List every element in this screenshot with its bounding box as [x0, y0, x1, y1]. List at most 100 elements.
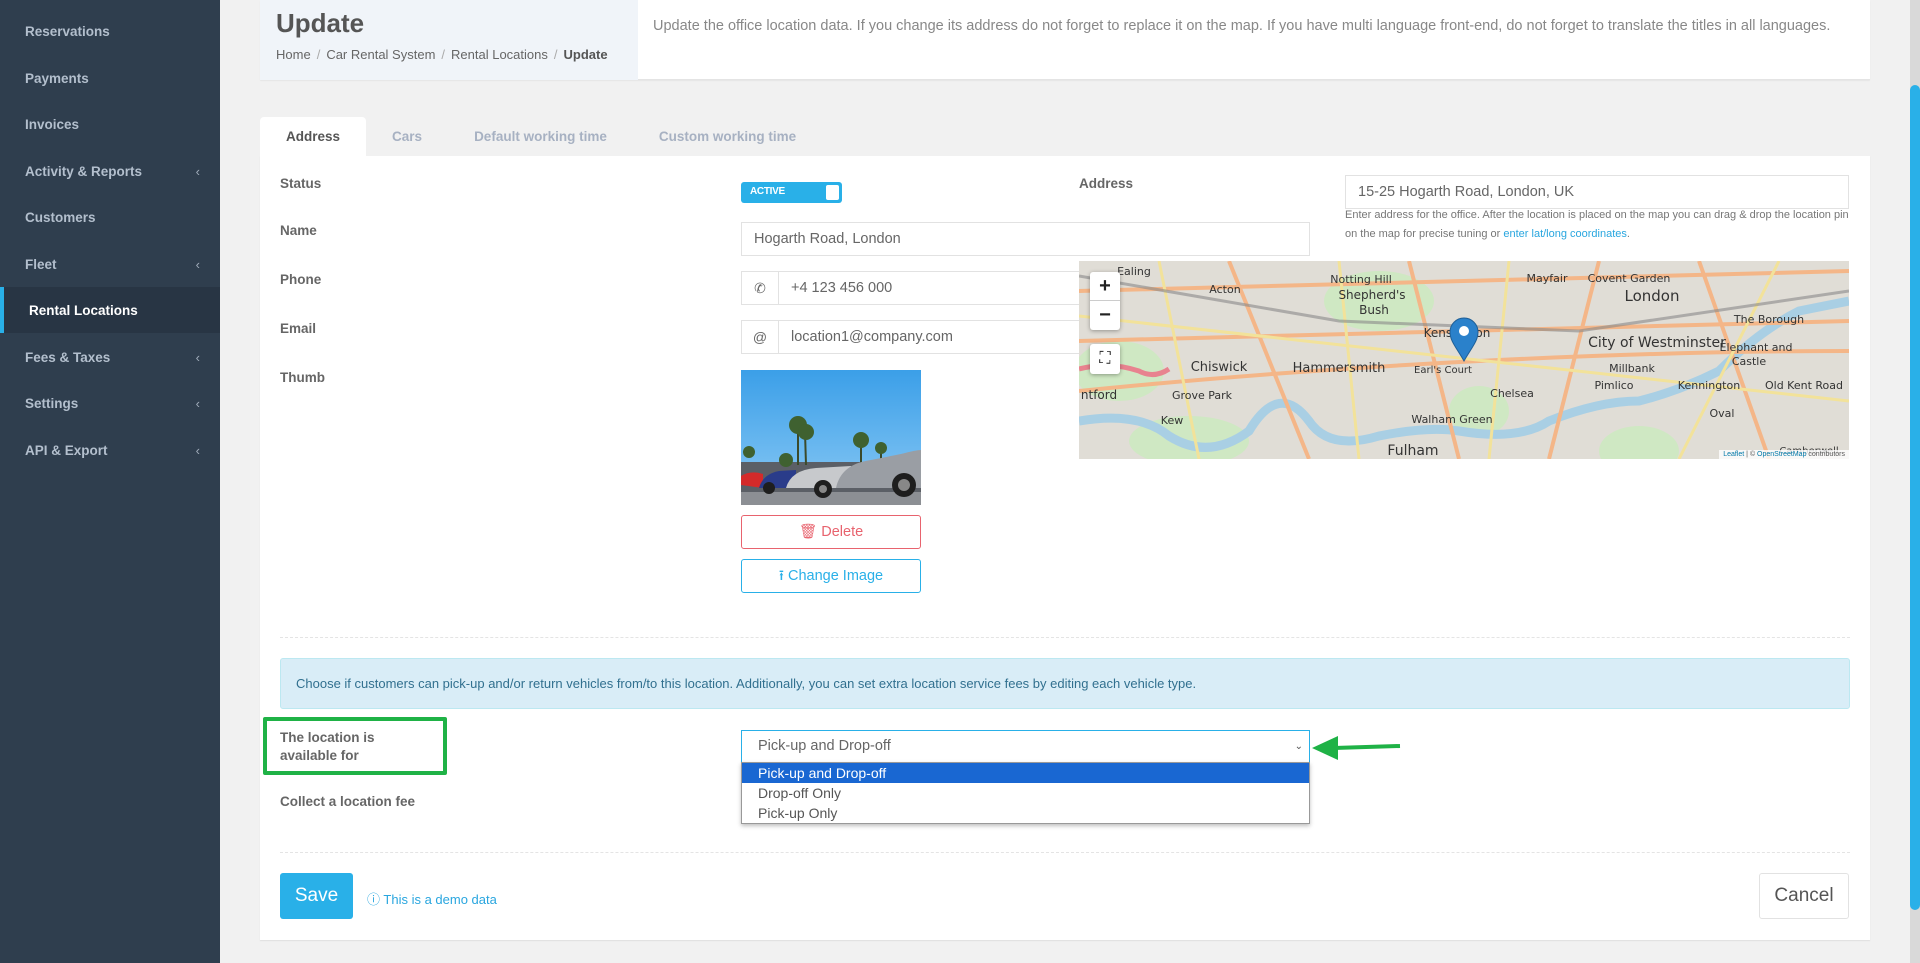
page-title: Update [276, 8, 365, 38]
section-divider [280, 852, 1850, 853]
save-button[interactable]: Save [280, 873, 353, 919]
location-map[interactable]: Ealing Acton Notting Hill Shepherd's Bus… [1079, 261, 1849, 459]
toggle-knob [826, 185, 839, 200]
availability-selected-value: Pick-up and Drop-off [758, 738, 891, 754]
phone-label: Phone [280, 272, 322, 287]
address-help: Enter address for the office. After the … [1345, 206, 1855, 244]
name-label: Name [280, 223, 317, 238]
breadcrumb-separator: / [441, 47, 446, 62]
map-attribution: Leaflet | © OpenStreetMap contributors [1719, 450, 1849, 459]
tab-address[interactable]: Address [260, 117, 367, 156]
tab-custom-working-time[interactable]: Custom working time [633, 117, 822, 156]
demo-note-text: This is a demo data [383, 892, 497, 907]
map-label: Castle [1732, 355, 1767, 368]
map-label: Ealing [1117, 265, 1151, 278]
breadcrumb-rental-locations[interactable]: Rental Locations [451, 47, 548, 62]
availability-label: The location is available for [280, 730, 375, 763]
sidebar-item-label: API & Export [25, 442, 108, 458]
enter-coordinates-link[interactable]: enter lat/long coordinates [1503, 228, 1627, 240]
sidebar-item-customers[interactable]: Customers [0, 194, 220, 240]
sidebar-item-activity-reports[interactable]: Activity & Reports ‹ [0, 148, 220, 194]
tab-default-working-time[interactable]: Default working time [448, 117, 633, 156]
leaflet-link[interactable]: Leaflet [1723, 451, 1744, 458]
at-icon: @ [742, 321, 779, 353]
page-scrollbar[interactable] [1910, 0, 1920, 963]
map-label: Pimlico [1594, 379, 1633, 392]
tab-bar: Address Cars Default working time Custom… [260, 117, 822, 156]
map-label: Acton [1209, 283, 1240, 296]
status-toggle-text: ACTIVE [750, 186, 785, 197]
breadcrumb: Home / Car Rental System / Rental Locations /… [276, 47, 622, 62]
fullscreen-button[interactable]: ⛶ [1090, 344, 1120, 374]
sidebar: Reservations Payments Invoices Activity … [0, 0, 220, 963]
map-label: City of Westminster [1588, 335, 1726, 351]
availability-select[interactable]: Pick-up and Drop-off ⌄ [741, 730, 1310, 763]
sidebar-item-settings[interactable]: Settings ‹ [0, 380, 220, 426]
email-label: Email [280, 321, 317, 336]
sidebar-item-label: Reservations [25, 23, 110, 39]
chevron-left-icon: ‹ [195, 163, 200, 179]
availability-dropdown: Pick-up and Drop-off Drop-off Only Pick-… [741, 762, 1310, 824]
sidebar-item-fleet[interactable]: Fleet ‹ [0, 241, 220, 287]
email-value: location1@company.com [791, 329, 953, 345]
zoom-in-button[interactable]: + [1090, 272, 1120, 301]
trash-icon: 🗑 [798, 524, 818, 540]
cancel-button[interactable]: Cancel [1759, 873, 1849, 919]
delete-button[interactable]: 🗑 Delete [741, 515, 921, 549]
upload-icon: ⭱ [778, 568, 784, 584]
page-header: Update Home / Car Rental System / Rental Loc… [260, 0, 1870, 80]
sidebar-item-reservations[interactable]: Reservations [0, 8, 220, 54]
map-label: Kennington [1678, 379, 1740, 392]
change-image-button[interactable]: ⭱ Change Image [741, 559, 921, 593]
map-label: Walham Green [1411, 413, 1492, 426]
sidebar-item-invoices[interactable]: Invoices [0, 101, 220, 147]
chevron-left-icon: ‹ [195, 442, 200, 458]
tab-cars[interactable]: Cars [366, 117, 448, 156]
zoom-control: + − [1090, 272, 1120, 330]
thumbnail-image [741, 370, 921, 505]
sidebar-item-fees-taxes[interactable]: Fees & Taxes ‹ [0, 334, 220, 380]
sidebar-item-rental-locations[interactable]: Rental Locations [0, 287, 220, 333]
sidebar-item-label: Customers [25, 209, 96, 225]
option-pickup-only[interactable]: Pick-up Only [742, 803, 1309, 823]
thumb-label: Thumb [280, 370, 325, 385]
address-label: Address [1079, 176, 1134, 191]
chevron-down-icon: ⌄ [1294, 741, 1303, 752]
name-input[interactable]: Hogarth Road, London [741, 222, 1310, 256]
breadcrumb-separator: / [553, 47, 558, 62]
demo-note: ⓘ This is a demo data [367, 889, 497, 908]
change-image-label: Change Image [787, 568, 884, 584]
map-tiles: Ealing Acton Notting Hill Shepherd's Bus… [1079, 261, 1849, 459]
map-label: Hammersmith [1293, 361, 1386, 376]
address-input[interactable]: 15-25 Hogarth Road, London, UK [1345, 175, 1849, 209]
sidebar-item-api-export[interactable]: API & Export ‹ [0, 427, 220, 473]
map-label: Earl's Court [1414, 365, 1472, 376]
attribution-end: contributors [1806, 451, 1845, 458]
help-end: . [1626, 228, 1630, 240]
map-label: Kew [1161, 414, 1183, 427]
breadcrumb-home[interactable]: Home [276, 47, 311, 62]
status-label: Status [280, 176, 322, 191]
scrollbar-thumb[interactable] [1910, 85, 1920, 910]
option-dropoff-only[interactable]: Drop-off Only [742, 783, 1309, 803]
chevron-left-icon: ‹ [195, 395, 200, 411]
map-label: Mayfair [1527, 272, 1568, 285]
breadcrumb-separator: / [316, 47, 321, 62]
status-toggle[interactable]: ACTIVE [741, 182, 842, 203]
osm-link[interactable]: OpenStreetMap [1757, 451, 1806, 458]
chevron-left-icon: ‹ [195, 349, 200, 365]
breadcrumb-car-rental-system[interactable]: Car Rental System [326, 47, 435, 62]
location-fee-label: Collect a location fee [280, 794, 416, 809]
section-divider [280, 637, 1850, 638]
option-pickup-dropoff[interactable]: Pick-up and Drop-off [742, 763, 1309, 783]
sidebar-item-payments[interactable]: Payments [0, 55, 220, 101]
zoom-out-button[interactable]: − [1090, 301, 1120, 330]
sidebar-item-label: Settings [25, 395, 79, 411]
sidebar-item-label: Activity & Reports [25, 163, 143, 179]
phone-value: +4 123 456 000 [791, 280, 893, 296]
map-label: Grove Park [1172, 389, 1233, 402]
map-label: Chelsea [1490, 387, 1534, 400]
map-label: Millbank [1609, 362, 1655, 375]
attribution-sep: | © [1744, 451, 1758, 458]
page-description: Update the office location data. If you … [653, 18, 1831, 34]
